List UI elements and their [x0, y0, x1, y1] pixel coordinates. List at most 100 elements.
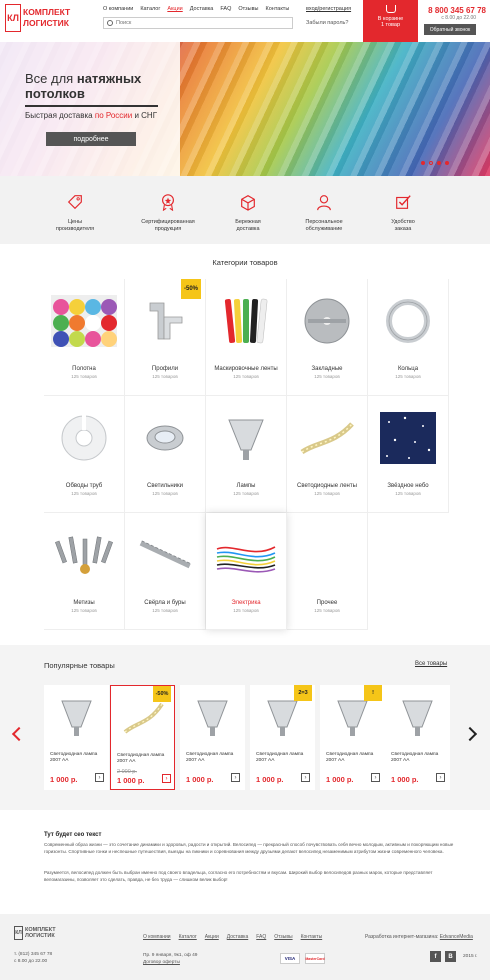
category-card[interactable]: Светодиодные ленты 125 товаров [287, 396, 368, 513]
login-link[interactable]: вход/регистрация [306, 6, 351, 12]
category-card[interactable]: Закладные 125 товаров [287, 279, 368, 396]
nav-item-delivery[interactable]: Доставка [190, 6, 214, 12]
nav-item-reviews[interactable]: Отзывы [238, 6, 258, 12]
callback-button[interactable]: Обратный звонок [424, 24, 476, 35]
category-card[interactable]: Метизы 125 товаров [44, 513, 125, 630]
hero-subtitle: Быстрая доставка по России и СНГ [25, 111, 158, 120]
seo-paragraph-2: Разумеется, велосипед должен быть выбран… [44, 870, 433, 882]
footer-nav-faq[interactable]: FAQ [256, 934, 266, 940]
add-to-cart-button[interactable]: › [436, 773, 445, 782]
slider-dot-4[interactable] [445, 161, 449, 165]
category-card[interactable]: Звёздное небо 125 товаров [368, 396, 449, 513]
footer-phone: т. (812) 345 67 78 [14, 952, 53, 957]
footer-nav-about[interactable]: О компании [143, 934, 171, 940]
slider-dot-1[interactable] [421, 161, 425, 165]
slider-dot-3[interactable] [437, 161, 441, 165]
profile-image [149, 302, 183, 340]
category-count: 125 товаров [314, 608, 340, 613]
lamp-image [228, 419, 264, 460]
fasteners-image [55, 536, 113, 574]
header-phone: 8 800 345 67 78 [428, 6, 486, 15]
carousel-next-icon[interactable] [462, 726, 478, 742]
footer-nav-delivery[interactable]: Доставка [227, 934, 248, 940]
category-count: 125 товаров [152, 374, 178, 379]
product-card-highlighted[interactable]: -50% Светодиодная лампа 2007 АА 2 000 р. … [110, 685, 175, 790]
product-card[interactable]: 2=3 Светодиодная лампа 2007 АА 1 000 р. › [250, 685, 315, 790]
vk-icon[interactable]: В [445, 951, 456, 962]
nav-item-catalog[interactable]: Каталог [140, 6, 160, 12]
top-nav: О компании Каталог Акции Доставка FAQ От… [103, 6, 289, 12]
footer-nav-catalog[interactable]: Каталог [179, 934, 197, 940]
hero-banner: Все для натяжных потолков Быстрая достав… [0, 42, 490, 176]
product-card[interactable]: Светодиодная лампа 2007 АА 1 000 р. › [180, 685, 245, 790]
category-card[interactable]: Свёрла и буры 125 товаров [125, 513, 206, 630]
box-icon [241, 195, 255, 211]
category-card[interactable]: Кольца 125 товаров [368, 279, 449, 396]
footer-nav: О компании Каталог Акции Доставка FAQ От… [143, 934, 322, 940]
category-name: Светильники [147, 483, 183, 489]
nav-item-promo[interactable]: Акции [167, 6, 182, 12]
facebook-icon[interactable]: f [430, 951, 441, 962]
category-name: Электрика [231, 600, 261, 606]
product-name: Светодиодная лампа 2007 АА [391, 752, 439, 763]
masking-tape-image [224, 298, 268, 344]
lamp-image [402, 700, 433, 736]
lamp-image [267, 700, 298, 736]
checkbox-icon [396, 195, 411, 209]
product-name: Светодиодная лампа 2007 АА [186, 752, 234, 763]
hero-title: Все для натяжных потолков [25, 71, 142, 101]
hero-more-button[interactable]: подробнее [46, 132, 136, 146]
product-price: 1 000 р. [256, 775, 284, 784]
canvas-rolls-image [51, 295, 117, 347]
category-name: Закладные [311, 366, 343, 372]
add-to-cart-button[interactable]: › [162, 774, 171, 783]
nav-item-faq[interactable]: FAQ [220, 6, 231, 12]
add-to-cart-button[interactable]: › [301, 773, 310, 782]
add-to-cart-button[interactable]: › [95, 773, 104, 782]
category-card[interactable]: Светильники 125 товаров [125, 396, 206, 513]
category-count: 125 товаров [314, 491, 340, 496]
nav-item-about[interactable]: О компании [103, 6, 133, 12]
logo-line1: КОМПЛЕКТ [23, 7, 71, 17]
category-card[interactable]: Полотна 125 товаров [44, 279, 125, 396]
search-input[interactable] [116, 20, 286, 26]
category-card[interactable]: Обводы труб 125 товаров [44, 396, 125, 513]
add-to-cart-button[interactable]: › [231, 773, 240, 782]
nav-item-contacts[interactable]: Контакты [266, 6, 290, 12]
search-box[interactable] [103, 17, 293, 29]
footer-logo[interactable]: КЛ КОМПЛЕКТ ЛОГИСТИК [14, 926, 56, 940]
category-card[interactable]: Прочее 125 товаров [287, 513, 368, 630]
popular-title: Популярные товары [44, 661, 115, 670]
product-card[interactable]: Светодиодная лампа 2007 АА 1 000 р. › [44, 685, 109, 790]
category-card-highlighted[interactable]: Электрика 125 товаров [206, 513, 287, 630]
category-card[interactable]: Лампы 125 товаров [206, 396, 287, 513]
pipe-cover-image [61, 414, 107, 461]
footer-nav-promo[interactable]: Акции [205, 934, 219, 940]
logo[interactable]: КЛ КОМПЛЕКТ ЛОГИСТИК [5, 4, 70, 32]
cart-button[interactable]: В корзине 1 товар [363, 0, 418, 42]
forgot-password-link[interactable]: Забыли пароль? [306, 20, 348, 26]
category-count: 125 товаров [71, 374, 97, 379]
footer-address: Пр. 9 января, 9к1, оф 49 [143, 953, 198, 958]
slider-dot-2[interactable] [429, 161, 433, 165]
footer-nav-contacts[interactable]: Контакты [301, 934, 323, 940]
offer-link[interactable]: Договор оферты [143, 959, 197, 966]
footer-contacts: т. (812) 345 67 78 с 8.00 до 22.00 [14, 951, 52, 965]
seo-title: Тут будет сео текст [44, 832, 102, 838]
product-card[interactable]: Светодиодная лампа 2007 АА 1 000 р. › [385, 685, 450, 790]
categories-title: Категории товаров [212, 258, 278, 267]
category-name: Полотна [72, 366, 96, 372]
category-card[interactable]: -50% Профили 125 товаров [125, 279, 206, 396]
logo-line2: ЛОГИСТИК [23, 18, 69, 28]
developer-link[interactable]: EdvanceMedia [440, 934, 473, 940]
carousel-prev-icon[interactable] [11, 726, 27, 742]
feature-delivery: Бережная доставка [208, 193, 288, 233]
product-card[interactable]: ! Светодиодная лампа 2007 АА 1 000 р. › [320, 685, 385, 790]
add-to-cart-button[interactable]: › [371, 773, 380, 782]
all-products-link[interactable]: Все товары [415, 661, 447, 667]
category-card[interactable]: Маскировочные ленты 125 товаров [206, 279, 287, 396]
footer-nav-reviews[interactable]: Отзывы [274, 934, 292, 940]
cart-count: 1 товар [380, 22, 401, 28]
category-name: Обводы труб [65, 483, 103, 489]
category-name: Лампы [236, 483, 256, 489]
